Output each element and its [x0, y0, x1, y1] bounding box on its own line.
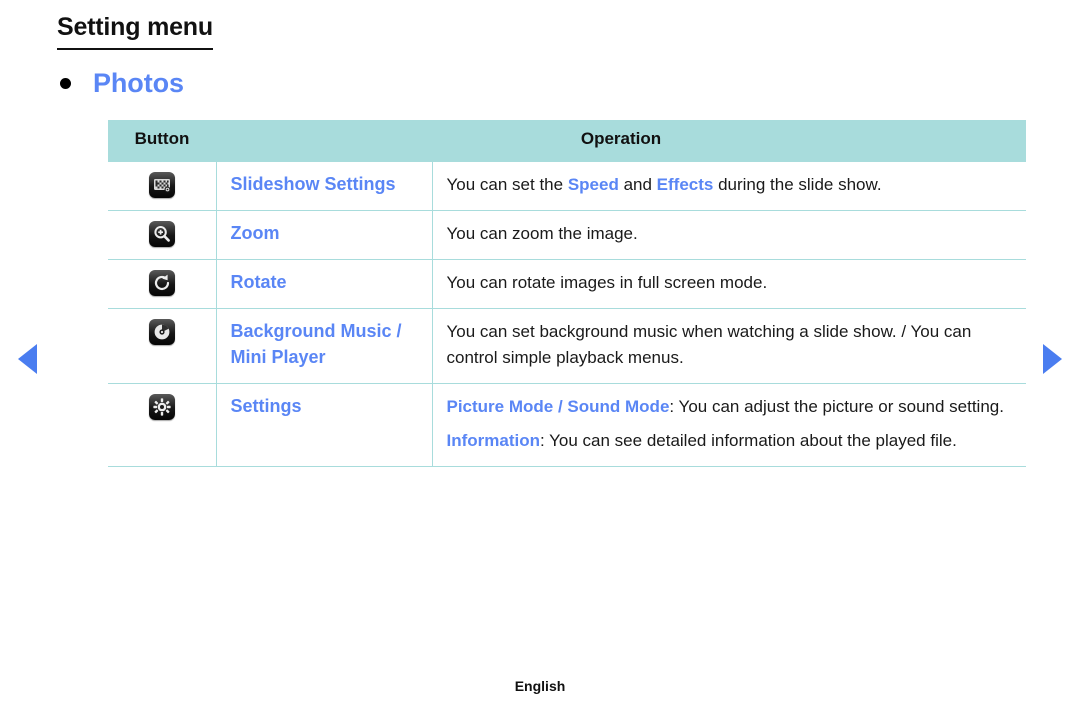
- prev-page-arrow-icon[interactable]: [18, 344, 37, 374]
- description-text: You can set background music when watchi…: [446, 322, 972, 367]
- table-row: Zoom You can zoom the image.: [108, 210, 1027, 260]
- description-text: : You can see detailed information about…: [540, 431, 957, 451]
- description-paragraph: You can set the Speed and Effects during…: [447, 172, 1017, 198]
- operation-description-cell: You can zoom the image.: [432, 210, 1027, 260]
- description-text: and: [618, 175, 657, 194]
- zoom-in-icon[interactable]: [148, 221, 175, 247]
- function-name-cell: Rotate: [216, 259, 433, 309]
- description-paragraph: Picture Mode / Sound Mode: You can adjus…: [447, 394, 1017, 420]
- description-paragraph: You can set background music when watchi…: [447, 319, 1017, 371]
- operation-description-cell: You can rotate images in full screen mod…: [432, 259, 1027, 309]
- description-text: You can set the: [446, 175, 568, 194]
- description-paragraph: Information: You can see detailed inform…: [447, 428, 1017, 454]
- button-icon-cell: [108, 308, 217, 384]
- description-paragraph: You can zoom the image.: [447, 221, 1017, 247]
- button-icon-cell: [108, 259, 217, 309]
- description-text: : You can adjust the picture or sound se…: [669, 396, 1004, 416]
- description-text: You can rotate images in full screen mod…: [446, 273, 768, 292]
- highlighted-term: Speed: [567, 175, 619, 194]
- column-header-button: Button: [108, 120, 216, 162]
- function-name-cell: Slideshow Settings: [216, 161, 433, 211]
- operation-description-cell: You can set the Speed and Effects during…: [432, 161, 1027, 211]
- bullet-icon: [60, 78, 71, 89]
- table-row: Rotate You can rotate images in full scre…: [108, 259, 1027, 309]
- description-text: You can zoom the image.: [446, 224, 638, 243]
- operation-table: Button Operation Slideshow Settings You c…: [108, 120, 1027, 468]
- background-music-icon[interactable]: [148, 319, 175, 345]
- page-title: Setting menu: [57, 13, 213, 50]
- section-title: Photos: [93, 68, 184, 98]
- table-row: Settings Picture Mode / Sound Mode: You c…: [108, 382, 1027, 468]
- function-name-cell: Background Music / Mini Player: [216, 308, 433, 384]
- highlighted-term: Picture Mode / Sound Mode: [446, 396, 670, 416]
- function-name-cell: Zoom: [216, 210, 433, 260]
- slideshow-settings-icon[interactable]: [148, 172, 175, 198]
- button-icon-cell: [108, 210, 217, 260]
- table-row: Slideshow Settings You can set the Speed …: [108, 161, 1027, 211]
- button-icon-cell: [108, 382, 217, 468]
- operation-description-cell: You can set background music when watchi…: [432, 308, 1027, 384]
- function-name-cell: Settings: [216, 382, 433, 468]
- button-icon-cell: [108, 161, 217, 211]
- description-paragraph: You can rotate images in full screen mod…: [447, 270, 1017, 296]
- next-page-arrow-icon[interactable]: [1043, 344, 1062, 374]
- highlighted-term: Information: [446, 431, 541, 451]
- rotate-icon[interactable]: [148, 270, 175, 296]
- section-heading: Photos: [60, 68, 184, 99]
- table-header-row: Button Operation: [108, 120, 1027, 162]
- table-row: Background Music / Mini Player You can se…: [108, 308, 1027, 384]
- footer-language-label: English: [514, 678, 566, 694]
- operation-description-cell: Picture Mode / Sound Mode: You can adjus…: [432, 382, 1027, 468]
- column-header-operation: Operation: [216, 120, 1027, 162]
- highlighted-term: Effects: [656, 175, 714, 194]
- description-text: during the slide show.: [713, 175, 882, 194]
- settings-gear-icon[interactable]: [148, 393, 175, 420]
